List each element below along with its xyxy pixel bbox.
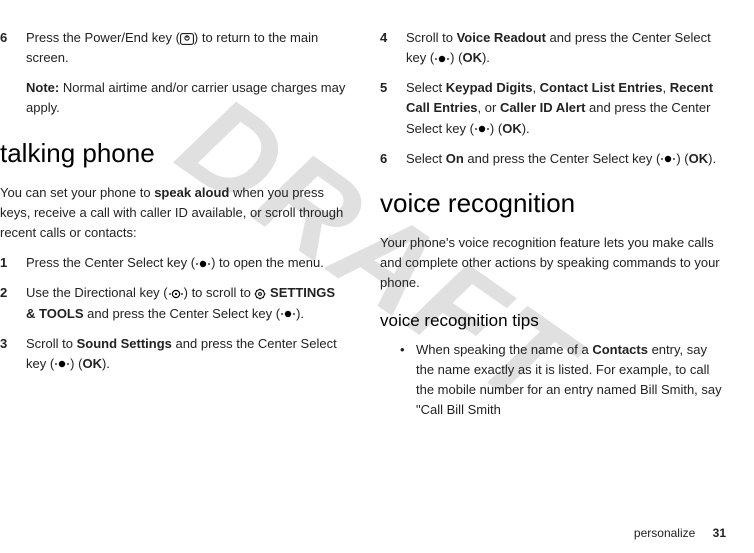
text: ). bbox=[522, 121, 530, 136]
step-6-right: 6 Select On and press the Center Select … bbox=[380, 149, 726, 169]
directional-key-icon bbox=[168, 289, 184, 299]
left-column: 6 Press the Power/End key () to return t… bbox=[0, 18, 346, 420]
gear-icon bbox=[254, 288, 266, 300]
center-select-key-icon bbox=[660, 154, 676, 164]
center-select-key-icon bbox=[474, 124, 490, 134]
text: When speaking the name of a bbox=[416, 342, 592, 357]
menu-item: Caller ID Alert bbox=[500, 100, 586, 115]
center-select-key-icon bbox=[434, 54, 450, 64]
step-3: 3 Scroll to Sound Settings and press the… bbox=[0, 334, 346, 374]
power-end-key-icon bbox=[180, 33, 194, 45]
ok-label: OK bbox=[462, 50, 482, 65]
bullet-item: • When speaking the name of a Contacts e… bbox=[400, 340, 726, 421]
bullet-text: When speaking the name of a Contacts ent… bbox=[416, 340, 726, 421]
text: , bbox=[532, 80, 539, 95]
text: You can set your phone to bbox=[0, 185, 154, 200]
step-4: 4 Scroll to Voice Readout and press the … bbox=[380, 28, 726, 68]
text: ). bbox=[296, 306, 304, 321]
ok-label: OK bbox=[689, 151, 709, 166]
center-select-key-icon bbox=[280, 309, 296, 319]
step-text: Press the Center Select key ( ) to open t… bbox=[26, 253, 346, 273]
text: Scroll to bbox=[26, 336, 77, 351]
text: and press the Center Select key ( bbox=[464, 151, 661, 166]
text: ) ( bbox=[70, 356, 82, 371]
text: Press the Center Select key ( bbox=[26, 255, 195, 270]
menu-item: On bbox=[446, 151, 464, 166]
page-number: 31 bbox=[713, 526, 726, 540]
step-number: 5 bbox=[380, 78, 406, 138]
text: and press the Center Select key ( bbox=[84, 306, 281, 321]
note: Note: Normal airtime and/or carrier usag… bbox=[26, 78, 346, 118]
text: ) ( bbox=[490, 121, 502, 136]
menu-item: Contact List Entries bbox=[540, 80, 663, 95]
ok-label: OK bbox=[82, 356, 102, 371]
step-text: Select Keypad Digits, Contact List Entri… bbox=[406, 78, 726, 138]
bullet-marker: • bbox=[400, 340, 416, 421]
text: ) ( bbox=[676, 151, 688, 166]
section-talking-phone: talking phone bbox=[0, 133, 346, 173]
text: ) to open the menu. bbox=[211, 255, 324, 270]
ok-label: OK bbox=[502, 121, 522, 136]
text: Select bbox=[406, 80, 446, 95]
note-label: Note: bbox=[26, 80, 59, 95]
center-select-key-icon bbox=[195, 259, 211, 269]
section-voice-recognition: voice recognition bbox=[380, 183, 726, 223]
step-text: Scroll to Sound Settings and press the C… bbox=[26, 334, 346, 374]
step-text: Press the Power/End key () to return to … bbox=[26, 28, 346, 68]
intro-text: Your phone's voice recognition feature l… bbox=[380, 233, 726, 293]
text: ). bbox=[482, 50, 490, 65]
right-column: 4 Scroll to Voice Readout and press the … bbox=[380, 18, 726, 420]
bold-text: speak aloud bbox=[154, 185, 229, 200]
intro-text: You can set your phone to speak aloud wh… bbox=[0, 183, 346, 243]
step-5: 5 Select Keypad Digits, Contact List Ent… bbox=[380, 78, 726, 138]
menu-item: Keypad Digits bbox=[446, 80, 533, 95]
text: Scroll to bbox=[406, 30, 457, 45]
text: ). bbox=[102, 356, 110, 371]
text: ) ( bbox=[450, 50, 462, 65]
text: Select bbox=[406, 151, 446, 166]
center-select-key-icon bbox=[54, 359, 70, 369]
step-1: 1 Press the Center Select key ( ) to open… bbox=[0, 253, 346, 273]
step-text: Scroll to Voice Readout and press the Ce… bbox=[406, 28, 726, 68]
text: Press the Power/End key ( bbox=[26, 30, 180, 45]
page-content: 6 Press the Power/End key () to return t… bbox=[0, 18, 726, 420]
step-6-left: 6 Press the Power/End key () to return t… bbox=[0, 28, 346, 68]
footer-label: personalize bbox=[634, 526, 695, 540]
text: ). bbox=[708, 151, 716, 166]
step-number: 2 bbox=[0, 283, 26, 323]
step-2: 2 Use the Directional key ( ) to scroll t… bbox=[0, 283, 346, 323]
menu-item: Sound Settings bbox=[77, 336, 172, 351]
step-number: 6 bbox=[0, 28, 26, 68]
subsection-tips: voice recognition tips bbox=[380, 308, 726, 334]
text: Use the Directional key ( bbox=[26, 285, 168, 300]
step-number: 1 bbox=[0, 253, 26, 273]
step-number: 3 bbox=[0, 334, 26, 374]
menu-item: Voice Readout bbox=[457, 30, 546, 45]
text: , bbox=[662, 80, 669, 95]
menu-item: Contacts bbox=[592, 342, 648, 357]
text: ) to scroll to bbox=[184, 285, 255, 300]
note-text: Normal airtime and/or carrier usage char… bbox=[26, 80, 345, 115]
footer: personalize 31 bbox=[634, 524, 726, 543]
text: , or bbox=[478, 100, 500, 115]
step-text: Use the Directional key () to scroll to … bbox=[26, 283, 346, 323]
step-number: 4 bbox=[380, 28, 406, 68]
step-number: 6 bbox=[380, 149, 406, 169]
step-text: Select On and press the Center Select ke… bbox=[406, 149, 726, 169]
